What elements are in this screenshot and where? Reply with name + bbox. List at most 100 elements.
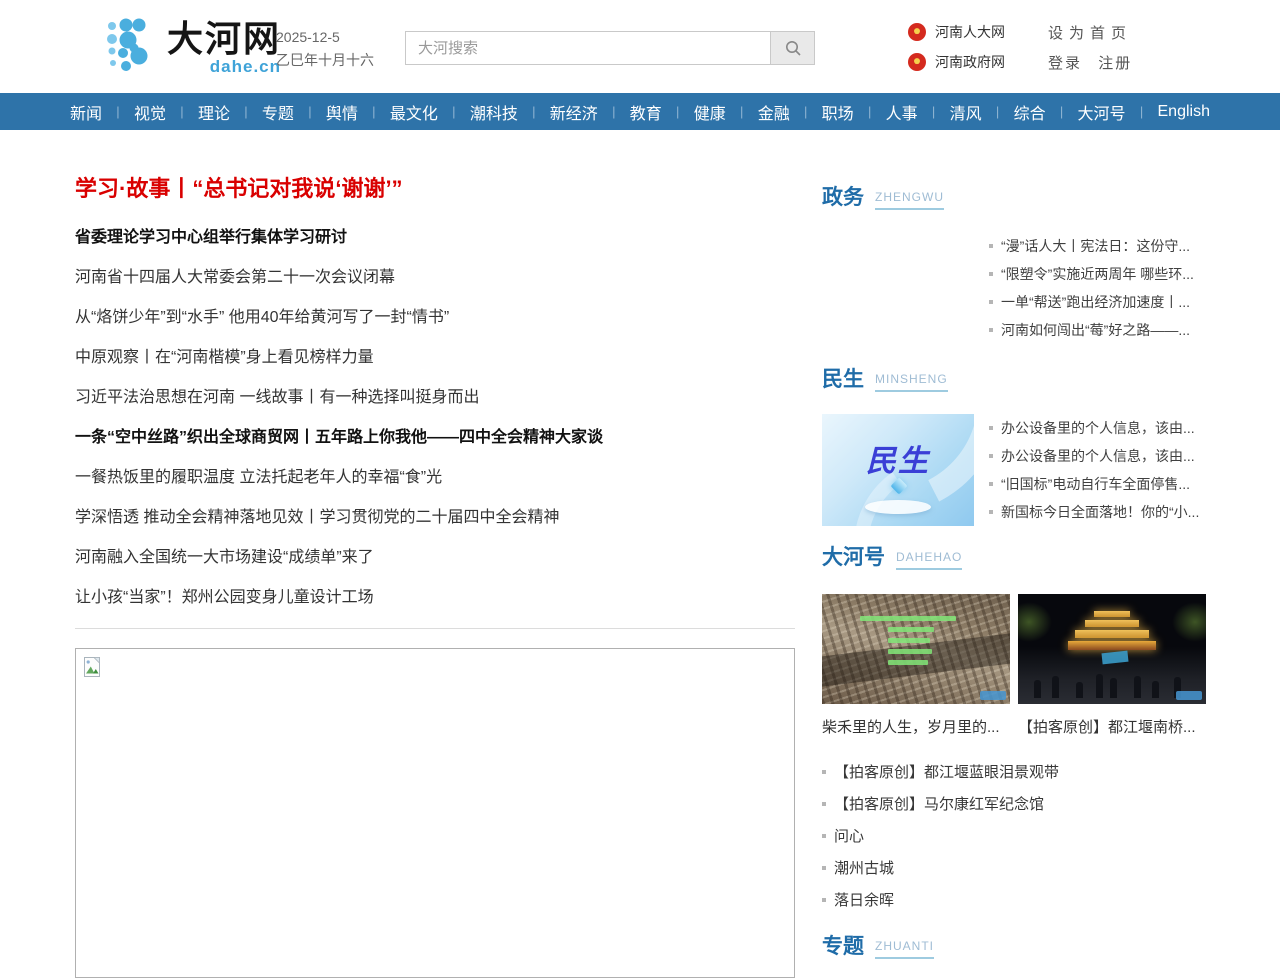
minsheng-thumbnail[interactable]: 民生 [822,414,974,526]
nav-item-qingfeng[interactable]: 清风 [950,100,982,124]
search-button[interactable] [770,32,814,64]
sidebar-link[interactable]: 一单“帮送”跑出经济加速度丨... [989,288,1205,316]
section-zhengwu: 政务 ZHENGWU “漫”话人大丨宪法日：这份守... “限塑令”实施近两周年… [822,186,1205,350]
logo-text: 大河网 dahe.cn [167,18,281,73]
gov-link-zhengfu[interactable]: ★ 河南政府网 [908,50,1005,74]
dahehao-cards: 柴禾里的人生，岁月里的... [822,594,1205,737]
set-home-link[interactable]: 设为首页 [1048,22,1144,46]
top-headline[interactable]: 学习·故事丨“总书记对我说‘谢谢’” [75,174,795,204]
news-item[interactable]: 学深悟透 推动全会精神落地见效丨学习贯彻党的二十届四中全会精神 [75,498,795,538]
nav-item-news[interactable]: 新闻 [70,100,102,124]
nav-separator: | [612,104,615,119]
news-item[interactable]: 中原观察丨在“河南楷模”身上看见榜样力量 [75,338,795,378]
nav-item-yuqing[interactable]: 舆情 [326,100,358,124]
news-item[interactable]: 省委理论学习中心组举行集体学习研讨 [75,218,795,258]
sidebar-link[interactable]: 落日余晖 [822,885,1205,917]
card-caption[interactable]: 柴禾里的人生，岁月里的... [822,716,1010,737]
nav-separator: | [1140,104,1143,119]
section-subtitle: ZHUANTI [875,939,934,959]
photo-decoration [1101,651,1128,665]
podium-decoration [865,500,931,514]
site-logo[interactable]: 大河网 dahe.cn [106,18,281,73]
date-gregorian: 2025-12-5 [276,26,374,49]
news-item[interactable]: 从“烙饼少年”到“水手” 他用40年给黄河写了一封“情书” [75,298,795,338]
sidebar-link[interactable]: 办公设备里的个人信息，该由... [989,414,1205,442]
nav-item-theory[interactable]: 理论 [198,100,230,124]
sidebar-link[interactable]: 办公设备里的个人信息，该由... [989,442,1205,470]
night-bridge-photo[interactable] [1018,594,1206,704]
national-emblem-icon: ★ [908,53,926,71]
sidebar-link[interactable]: 问心 [822,821,1205,853]
sidebar-link[interactable]: “旧国标”电动自行车全面停售... [989,470,1205,498]
nav-item-dahehao[interactable]: 大河号 [1078,100,1126,124]
section-title[interactable]: 大河号 [822,546,885,570]
nav-separator: | [868,104,871,119]
pagoda-decoration [1018,608,1206,650]
section-divider [75,628,795,629]
site-header: 大河网 dahe.cn 2025-12-5 乙巳年十月十六 ★ 河南人大网 ★ … [0,0,1280,93]
section-header: 政务 ZHENGWU [822,186,1205,210]
nav-item-culture[interactable]: 最文化 [390,100,438,124]
nav-separator: | [372,104,375,119]
logo-bubbles-icon [106,18,160,72]
broken-image-icon [84,657,102,678]
nav-separator: | [804,104,807,119]
nav-separator: | [932,104,935,119]
sidebar-link[interactable]: “漫”话人大丨宪法日：这份守... [989,232,1205,260]
firewood-photo[interactable] [822,594,1010,704]
nav-item-health[interactable]: 健康 [694,100,726,124]
section-title[interactable]: 专题 [822,935,864,959]
nav-item-english[interactable]: English [1158,103,1210,121]
news-item[interactable]: 让小孩“当家”！郑州公园变身儿童设计工场 [75,578,795,618]
section-title[interactable]: 政务 [822,186,864,210]
nav-separator: | [676,104,679,119]
section-subtitle: MINSHENG [875,372,948,392]
zhengwu-links: “漫”话人大丨宪法日：这份守... “限塑令”实施近两周年 哪些环... 一单“… [989,232,1205,350]
minsheng-image-text: 民生 [822,436,974,480]
sidebar-link[interactable]: 潮州古城 [822,853,1205,885]
news-item[interactable]: 河南融入全国统一大市场建设“成绩单”来了 [75,538,795,578]
card-caption[interactable]: 【拍客原创】都江堰南桥... [1018,716,1206,737]
sidebar-link[interactable]: 【拍客原创】马尔康红军纪念馆 [822,789,1205,821]
zhengwu-image-placeholder [822,232,974,350]
section-zhuanti: 专题 ZHUANTI [822,935,1205,959]
nav-item-visual[interactable]: 视觉 [134,100,166,124]
gov-link-renda[interactable]: ★ 河南人大网 [908,20,1005,44]
sidebar-link[interactable]: 【拍客原创】都江堰蓝眼泪景观带 [822,757,1205,789]
sidebar-link[interactable]: 河南如何闯出“莓”好之路——... [989,316,1205,344]
sidebar-link[interactable]: 新国标今日全面落地！你的“小... [989,498,1205,526]
section-subtitle: DAHEHAO [896,550,962,570]
news-item[interactable]: 习近平法治思想在河南 一线故事丨有一种选择叫挺身而出 [75,378,795,418]
dahehao-card: 【拍客原创】都江堰南桥... [1018,594,1206,737]
news-item[interactable]: 一餐热饭里的履职温度 立法托起老年人的幸福“食”光 [75,458,795,498]
sidebar: 政务 ZHENGWU “漫”话人大丨宪法日：这份守... “限塑令”实施近两周年… [822,130,1205,978]
nav-item-renshi[interactable]: 人事 [886,100,918,124]
nav-separator: | [308,104,311,119]
nav-item-education[interactable]: 教育 [630,100,662,124]
register-link[interactable]: 注册 [1098,55,1132,72]
photo-text-overlay [860,616,956,671]
nav-item-finance[interactable]: 金融 [758,100,790,124]
main-nav: 新闻 | 视觉 | 理论 | 专题 | 舆情 | 最文化 | 潮科技 | 新经济 | 教育 | 健… [0,93,1280,130]
nav-item-zonghe[interactable]: 综合 [1014,100,1046,124]
search-input[interactable] [406,32,770,64]
dahehao-card: 柴禾里的人生，岁月里的... [822,594,1010,737]
search-box [405,31,815,65]
main-column: 学习·故事丨“总书记对我说‘谢谢’” 省委理论学习中心组举行集体学习研讨 河南省… [75,130,795,978]
nav-separator: | [452,104,455,119]
header-utility: 设为首页 登录 注册 [1048,22,1144,76]
section-subtitle: ZHENGWU [875,190,944,210]
nav-separator: | [532,104,535,119]
login-link[interactable]: 登录 [1048,55,1082,72]
nav-item-economy[interactable]: 新经济 [550,100,598,124]
nav-item-zhuanti[interactable]: 专题 [262,100,294,124]
sidebar-link[interactable]: “限塑令”实施近两周年 哪些环... [989,260,1205,288]
section-title[interactable]: 民生 [822,368,864,392]
nav-separator: | [180,104,183,119]
nav-item-tech[interactable]: 潮科技 [470,100,518,124]
news-item[interactable]: 河南省十四届人大常委会第二十一次会议闭幕 [75,258,795,298]
news-item[interactable]: 一条“空中丝路”织出全球商贸网丨五年路上你我他——四中全会精神大家谈 [75,418,795,458]
gov-links: ★ 河南人大网 ★ 河南政府网 [908,20,1005,80]
nav-item-career[interactable]: 职场 [822,100,854,124]
auth-links: 登录 注册 [1048,52,1144,76]
